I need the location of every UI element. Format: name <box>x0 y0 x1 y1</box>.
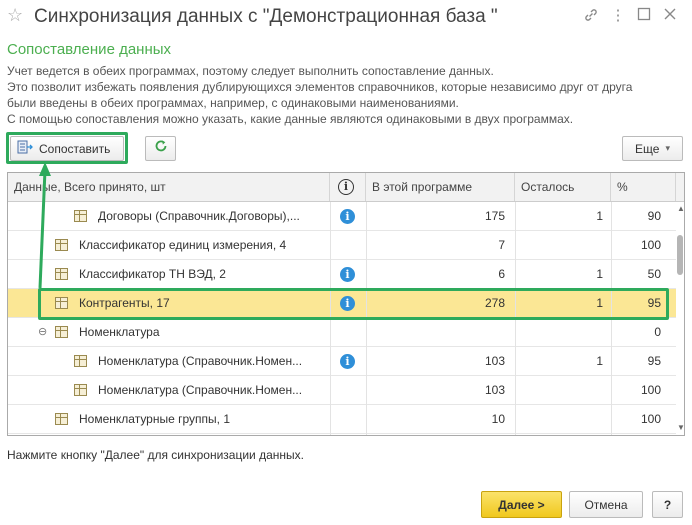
refresh-icon <box>154 139 168 158</box>
row-remaining: 1 <box>596 267 603 281</box>
match-button[interactable]: Сопоставить <box>10 136 124 161</box>
scrollbar-thumb[interactable] <box>677 235 683 275</box>
window-title: Синхронизация данных с "Демонстрационная… <box>34 6 498 27</box>
row-in-program: 7 <box>498 238 505 252</box>
link-icon[interactable] <box>582 7 600 25</box>
chevron-down-icon: ▾ <box>665 143 670 153</box>
description-line: Это позволит избежать появления дублирую… <box>7 80 633 94</box>
table-icon <box>74 355 87 367</box>
row-percent: 95 <box>647 354 661 368</box>
match-button-label: Сопоставить <box>39 141 111 156</box>
row-name: Номенклатура (Справочник.Номен... <box>98 383 303 397</box>
star-icon[interactable]: ☆ <box>7 6 23 24</box>
row-percent: 0 <box>654 325 661 339</box>
info-icon[interactable]: i <box>340 267 355 282</box>
row-name: Контрагенты, 17 <box>79 296 170 310</box>
info-icon: i <box>338 179 354 195</box>
row-percent: 50 <box>647 267 661 281</box>
footer-note: Нажмите кнопку "Далее" для синхронизации… <box>7 448 304 462</box>
column-header-data[interactable]: Данные, Всего принято, шт <box>8 173 330 201</box>
table-row[interactable]: Номенклатура (Справочник.Номен... 103 10… <box>8 376 676 405</box>
info-icon[interactable]: i <box>340 354 355 369</box>
column-header-in-program[interactable]: В этой программе <box>366 173 515 201</box>
section-title: Сопоставление данных <box>7 41 172 58</box>
row-in-program: 278 <box>484 296 505 310</box>
row-in-program: 103 <box>484 354 505 368</box>
row-percent: 90 <box>647 209 661 223</box>
description-line: были введены в обеих программах, наприме… <box>7 96 459 110</box>
row-remaining: 1 <box>596 354 603 368</box>
table-header: Данные, Всего принято, шт i В этой прогр… <box>8 173 684 202</box>
help-button[interactable]: ? <box>652 491 683 518</box>
column-divider <box>611 202 612 435</box>
column-header-remaining[interactable]: Осталось <box>515 173 611 201</box>
column-header-percent[interactable]: % <box>611 173 676 201</box>
scroll-down-icon[interactable]: ▼ <box>677 423 684 432</box>
table-icon <box>74 210 87 222</box>
row-in-program: 6 <box>498 267 505 281</box>
table-row-group[interactable]: ⊖ Номенклатура 0 <box>8 318 676 347</box>
row-remaining <box>515 376 603 404</box>
match-icon <box>17 140 33 157</box>
close-icon[interactable] <box>661 7 679 25</box>
row-name: Номенклатурные группы, 1 <box>79 412 230 426</box>
table-row-selected[interactable]: Контрагенты, 17 i 278 1 95 <box>8 289 676 318</box>
scroll-up-icon[interactable]: ▲ <box>677 204 684 213</box>
table-icon <box>55 297 68 309</box>
row-remaining: 1 <box>596 209 603 223</box>
column-divider <box>366 202 367 435</box>
row-remaining <box>515 231 603 259</box>
description-line: Учет ведется в обеих программах, поэтому… <box>7 64 494 78</box>
column-divider <box>515 202 516 435</box>
next-button[interactable]: Далее > <box>481 491 562 518</box>
row-in-program <box>366 318 505 346</box>
table-icon <box>55 239 68 251</box>
row-name: Классификатор единиц измерения, 4 <box>79 238 287 252</box>
data-table[interactable]: Данные, Всего принято, шт i В этой прогр… <box>7 172 685 436</box>
table-icon <box>55 413 68 425</box>
row-in-program: 103 <box>484 383 505 397</box>
row-in-program: 10 <box>491 412 505 426</box>
description-line: С помощью сопоставления можно указать, к… <box>7 112 574 126</box>
table-row[interactable]: Номенклатура (Справочник.Номен... i 103 … <box>8 347 676 376</box>
row-percent: 100 <box>640 238 661 252</box>
row-percent: 95 <box>647 296 661 310</box>
refresh-button[interactable] <box>145 136 176 161</box>
column-header-info[interactable]: i <box>330 173 366 201</box>
table-row[interactable]: Номенклатурные группы, 1 10 100 <box>8 405 676 434</box>
row-name: Номенклатура <box>79 325 160 339</box>
row-remaining <box>515 405 603 433</box>
description: Учет ведется в обеих программах, поэтому… <box>7 63 632 127</box>
table-icon <box>55 326 68 338</box>
cancel-button[interactable]: Отмена <box>569 491 643 518</box>
row-name: Номенклатура (Справочник.Номен... <box>98 354 303 368</box>
row-percent: 100 <box>640 412 661 426</box>
row-name: Классификатор ТН ВЭД, 2 <box>79 267 226 281</box>
table-row[interactable]: Классификатор единиц измерения, 4 7 100 <box>8 231 676 260</box>
more-button-label: Еще <box>635 141 660 156</box>
row-remaining <box>515 318 603 346</box>
collapse-icon[interactable]: ⊖ <box>38 325 47 338</box>
more-vertical-icon[interactable]: ⋮ <box>609 7 627 25</box>
table-row[interactable]: Договоры (Справочник.Договоры),... i 175… <box>8 202 676 231</box>
table-icon <box>74 384 87 396</box>
table-row[interactable]: Классификатор ТН ВЭД, 2 i 6 1 50 <box>8 260 676 289</box>
row-name: Договоры (Справочник.Договоры),... <box>98 209 300 223</box>
info-icon[interactable]: i <box>340 209 355 224</box>
row-remaining: 1 <box>596 296 603 310</box>
maximize-icon[interactable] <box>635 7 653 25</box>
column-divider <box>330 202 331 435</box>
info-icon[interactable]: i <box>340 296 355 311</box>
more-button[interactable]: Еще ▾ <box>622 136 683 161</box>
table-icon <box>55 268 68 280</box>
row-percent: 100 <box>640 383 661 397</box>
title-bar: ☆ Синхронизация данных с "Демонстрационн… <box>0 0 692 34</box>
row-in-program: 175 <box>484 209 505 223</box>
